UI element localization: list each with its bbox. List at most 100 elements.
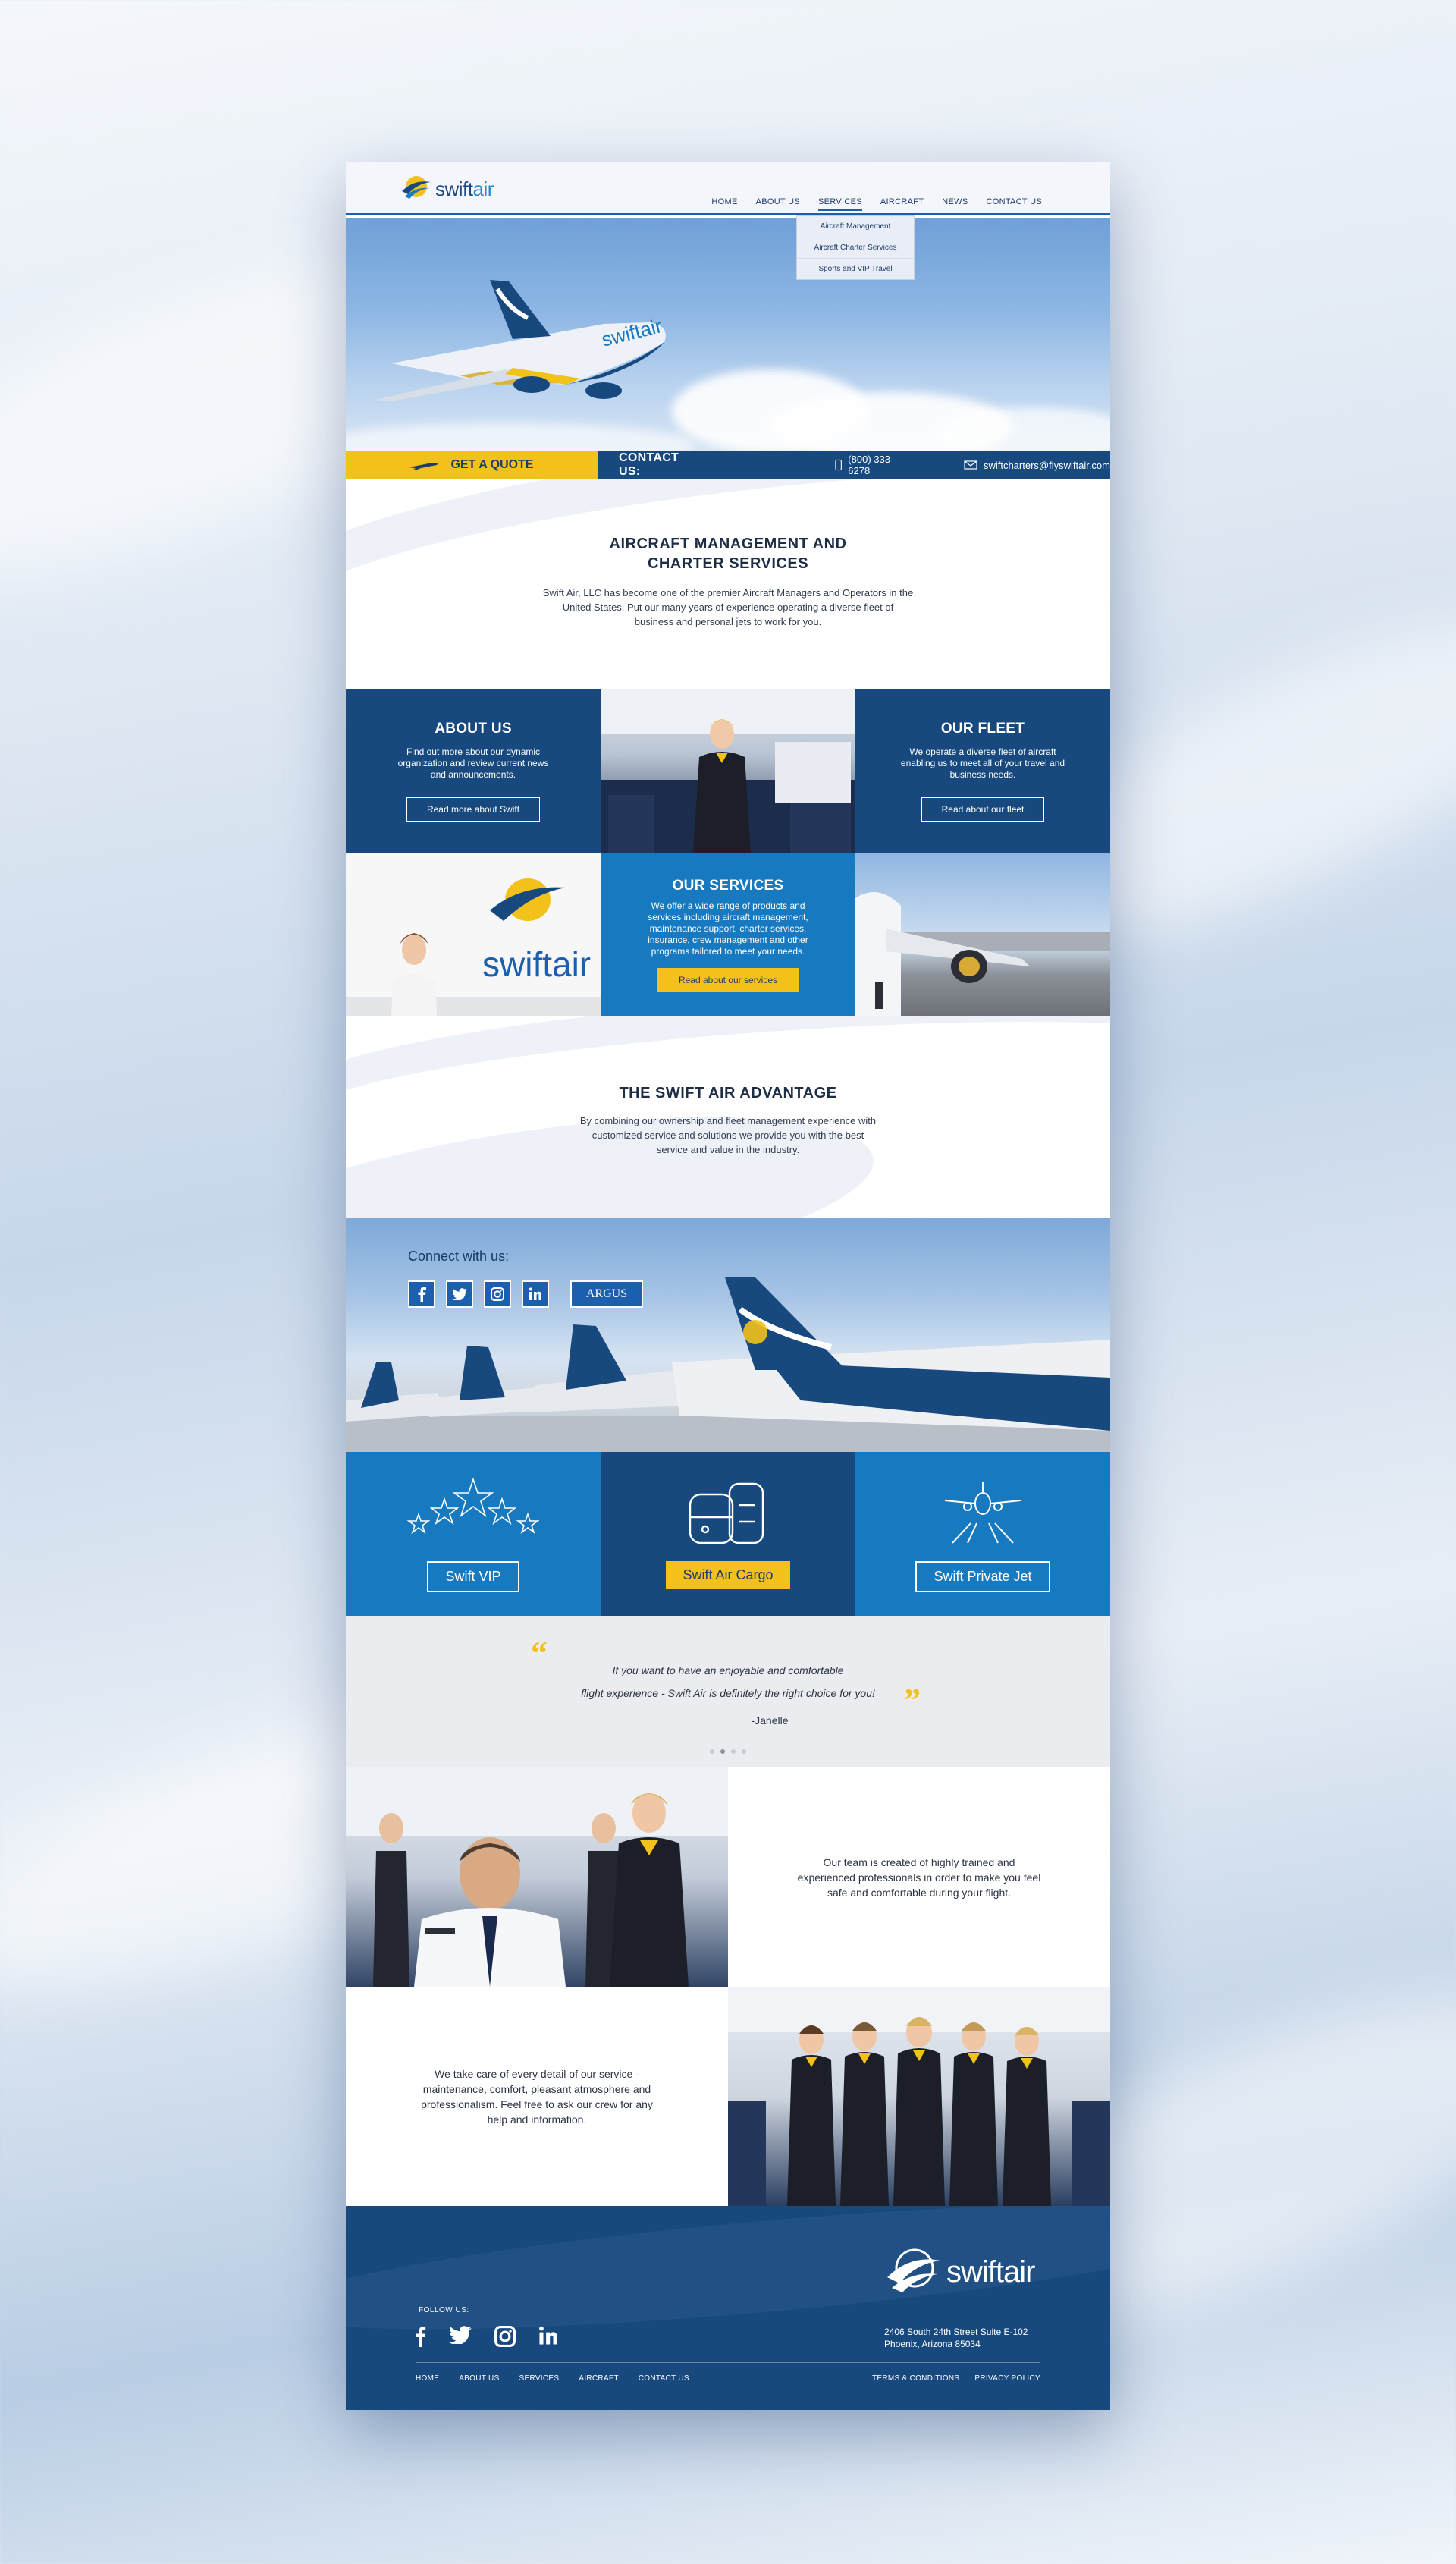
get-quote-label: GET A QUOTE [450, 458, 534, 471]
linkedin-icon[interactable] [538, 2326, 558, 2351]
hero-banner: swiftair [346, 218, 1110, 451]
services-button[interactable]: Read about our services [657, 967, 799, 992]
footer-address: 2406 South 24th Street Suite E-102 Phoeni… [884, 2327, 1028, 2349]
contact-label: CONTACT US: [619, 451, 679, 478]
team-text-block-1: Our team is created of highly trained an… [728, 1767, 1110, 1987]
small-plane-icon [410, 463, 439, 470]
envelope-icon [964, 460, 977, 470]
cargo-tile: Swift Air Cargo [601, 1452, 855, 1616]
vip-tile: Swift VIP [346, 1452, 601, 1616]
footer-logo[interactable]: swiftair [884, 2244, 1035, 2300]
dropdown-item-charter-services[interactable]: Aircraft Charter Services [797, 237, 914, 259]
phone-number: (800) 333-6278 [848, 454, 894, 476]
carousel-dot[interactable] [742, 1749, 746, 1754]
private-jet-icon [944, 1482, 1021, 1544]
nav-news[interactable]: NEWS [942, 197, 968, 206]
swift-private-jet-button[interactable]: Swift Private Jet [915, 1561, 1050, 1592]
flight-attendants-photo [728, 1987, 1110, 2206]
team-text-block-2: We take care of every detail of our serv… [346, 1987, 728, 2206]
linkedin-icon[interactable] [522, 1280, 549, 1308]
nav-about[interactable]: ABOUT US [756, 197, 800, 206]
phone-icon [835, 459, 842, 471]
services-text: We offer a wide range of products and se… [648, 900, 808, 957]
privacy-link[interactable]: PRIVACY POLICY [974, 2374, 1040, 2383]
phone-link[interactable]: (800) 333-6278 [835, 454, 911, 476]
private-jet-tile: Swift Private Jet [855, 1452, 1110, 1616]
footer-legal: TERMS & CONDITIONS PRIVACY POLICY [872, 2374, 1040, 2383]
quote-bar: GET A QUOTE CONTACT US: (800) 333-6278 s… [346, 451, 1110, 479]
services-title: OUR SERVICES [672, 877, 784, 894]
advantage-text: By combining our ownership and fleet man… [579, 1115, 877, 1155]
cargo-icon [689, 1482, 764, 1544]
site-header: swiftair HOME ABOUT US SERVICES AIRCRAFT… [346, 162, 1110, 215]
intro-text: Swift Air, LLC has become one of the pre… [542, 587, 914, 627]
nav-services[interactable]: SERVICES [818, 197, 862, 211]
email-link[interactable]: swiftcharters@flyswiftair.com [964, 460, 1110, 471]
brand-logo[interactable]: swiftair [399, 171, 494, 206]
testimonial-author: -Janelle [751, 1714, 789, 1727]
fleet-text: We operate a diverse fleet of aircraft e… [900, 746, 1065, 780]
connect-title: Connect with us: [408, 1249, 510, 1264]
social-links: ARGUS [408, 1280, 643, 1308]
flight-attendants-image [728, 1987, 1110, 2206]
cabin-photo [601, 689, 855, 853]
facebook-icon[interactable] [408, 1280, 435, 1308]
feature-grid: ABOUT US Find out more about our dynamic… [346, 689, 1110, 1016]
site-footer: swiftair FOLLOW US: 2406 South 24th Stre… [346, 2206, 1110, 2410]
receptionist-image [346, 853, 601, 1016]
footer-link-about[interactable]: ABOUT US [459, 2374, 499, 2383]
footer-social-links [416, 2326, 558, 2351]
nav-aircraft[interactable]: AIRCRAFT [880, 197, 924, 206]
advantage-title: THE SWIFT AIR ADVANTAGE [619, 1085, 837, 1101]
logo-mark-icon [887, 2248, 940, 2292]
nav-contact[interactable]: CONTACT US [987, 197, 1043, 206]
services-dropdown: Aircraft Management Aircraft Charter Ser… [796, 215, 915, 280]
swift-air-cargo-button[interactable]: Swift Air Cargo [666, 1561, 790, 1589]
footer-link-home[interactable]: HOME [416, 2374, 439, 2383]
cloud [346, 423, 695, 451]
flight-attendant-image [601, 689, 855, 853]
about-text: Find out more about our dynamic organiza… [397, 746, 549, 780]
footer-link-contact[interactable]: CONTACT US [639, 2374, 689, 2383]
logo-text: swiftair [435, 177, 494, 200]
parked-jet-image [855, 892, 1110, 1016]
intro-content: AIRCRAFT MANAGEMENT AND CHARTER SERVICES … [346, 479, 1110, 629]
connect-section: Connect with us: ARGUS [346, 1218, 1110, 1452]
instagram-icon[interactable] [484, 1280, 511, 1308]
footer-logo-text: swiftair [946, 2254, 1035, 2289]
argus-badge[interactable]: ARGUS [570, 1280, 643, 1308]
fleet-button[interactable]: Read about our fleet [921, 797, 1045, 822]
logo-mark-icon [399, 171, 434, 206]
footer-divider [416, 2362, 1040, 2363]
nav-home[interactable]: HOME [711, 197, 737, 206]
about-tile: ABOUT US Find out more about our dynamic… [346, 689, 601, 853]
dropdown-item-vip-travel[interactable]: Sports and VIP Travel [797, 259, 914, 279]
get-quote-button[interactable]: GET A QUOTE [346, 451, 598, 479]
contact-strip: CONTACT US: (800) 333-6278 swiftcharters… [598, 451, 1110, 479]
service-tiles: Swift VIP Swift Air Cargo Swift Private … [346, 1452, 1110, 1616]
intro-section: AIRCRAFT MANAGEMENT AND CHARTER SERVICES … [346, 479, 1110, 689]
team-text-2: We take care of every detail of our serv… [421, 2067, 653, 2126]
pilot-crew-photo [346, 1767, 728, 1987]
footer-nav: HOME ABOUT US SERVICES AIRCRAFT CONTACT … [416, 2374, 689, 2383]
instagram-icon[interactable] [494, 2326, 516, 2351]
advantage-section: THE SWIFT AIR ADVANTAGE By combining our… [346, 1016, 1110, 1218]
facebook-icon[interactable] [416, 2326, 426, 2351]
swift-vip-button[interactable]: Swift VIP [427, 1561, 519, 1592]
about-title: ABOUT US [435, 720, 512, 737]
carousel-dot[interactable] [710, 1749, 714, 1754]
terms-link[interactable]: TERMS & CONDITIONS [872, 2374, 959, 2383]
fleet-tile: OUR FLEET We operate a diverse fleet of … [855, 689, 1110, 853]
swiftair-signage: swiftair [482, 944, 592, 984]
dropdown-item-aircraft-management[interactable]: Aircraft Management [797, 216, 914, 237]
main-nav: HOME ABOUT US SERVICES AIRCRAFT NEWS CON… [711, 197, 1043, 211]
twitter-icon[interactable] [446, 1280, 473, 1308]
stars-icon [406, 1478, 540, 1535]
footer-link-aircraft[interactable]: AIRCRAFT [579, 2374, 618, 2383]
footer-link-services[interactable]: SERVICES [519, 2374, 560, 2383]
about-button[interactable]: Read more about Swift [406, 797, 541, 822]
intro-title: AIRCRAFT MANAGEMENT AND CHARTER SERVICES [609, 536, 847, 572]
carousel-dot[interactable] [731, 1749, 736, 1754]
twitter-icon[interactable] [449, 2326, 472, 2351]
carousel-dot-active[interactable] [720, 1749, 725, 1754]
